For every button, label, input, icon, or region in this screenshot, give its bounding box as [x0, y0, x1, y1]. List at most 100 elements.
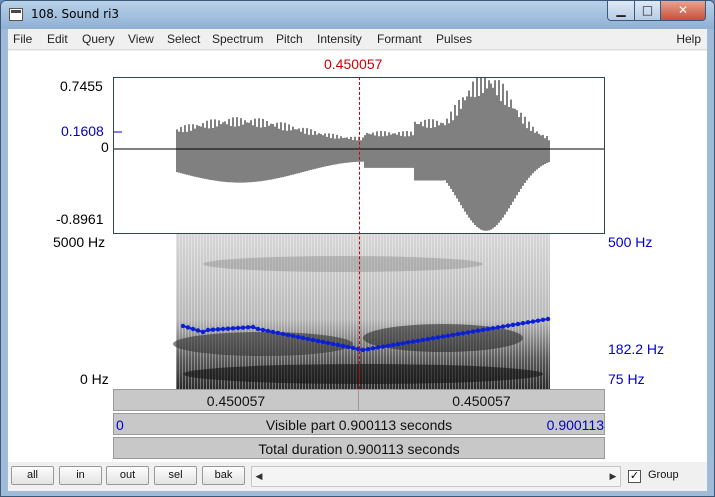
scroll-left-icon[interactable]: ◀ — [252, 467, 266, 486]
menu-query[interactable]: Query — [82, 32, 115, 46]
menu-file[interactable]: File — [13, 32, 32, 46]
pitch-point — [240, 325, 246, 330]
menu-formant[interactable]: Formant — [377, 32, 422, 46]
menu-pitch[interactable]: Pitch — [276, 32, 303, 46]
sound-editor-window: 108. Sound ri3 ▁ □ ✕ File Edit Query Vie… — [0, 0, 715, 497]
pitch-point — [350, 345, 356, 351]
visible-end: 0.900113 — [546, 417, 604, 433]
menu-intensity[interactable]: Intensity — [317, 32, 362, 46]
spec-top-freq: 5000 Hz — [53, 234, 106, 250]
pitch-point — [420, 337, 426, 343]
pitch-point — [440, 334, 446, 339]
pitch-point — [195, 328, 201, 333]
pitch-point — [515, 321, 521, 327]
editor-client-area: File Edit Query View Select Spectrum Pit… — [8, 29, 707, 491]
pitch-point — [380, 344, 386, 349]
pitch-point — [230, 326, 236, 331]
pitch-point — [530, 319, 536, 324]
out-button[interactable]: out — [106, 466, 149, 485]
horizontal-scrollbar[interactable]: ◀ ▶ — [251, 466, 621, 487]
pitch-point — [545, 316, 551, 322]
pitch-cursor-label: 182.2 Hz — [608, 341, 665, 357]
total-bar[interactable]: Total duration 0.900113 seconds — [113, 437, 605, 459]
close-button[interactable]: ✕ — [660, 1, 706, 21]
bak-button[interactable]: bak — [202, 466, 245, 485]
group-checkbox[interactable]: ✓ — [628, 470, 641, 483]
pitch-point — [470, 329, 476, 334]
pitch-point — [295, 334, 301, 340]
pitch-point — [430, 336, 436, 341]
all-button[interactable]: all — [11, 466, 54, 485]
wave-zero-label: 0 — [101, 139, 109, 155]
right-part-duration[interactable]: 0.450057 — [359, 390, 604, 410]
in-button[interactable]: in — [59, 466, 102, 485]
pitch-point — [540, 317, 546, 323]
scroll-right-icon[interactable]: ▶ — [606, 467, 620, 486]
pitch-point — [445, 333, 451, 338]
pitch-point — [215, 327, 221, 332]
pitch-point — [375, 345, 381, 350]
pitch-point — [410, 339, 416, 344]
group-label: Group — [648, 469, 679, 481]
pitch-point — [225, 326, 231, 331]
pitch-point — [480, 327, 486, 333]
pitch-point — [270, 329, 276, 335]
pitch-point — [245, 325, 251, 330]
pitch-point — [320, 339, 326, 345]
wave-min-label: -0.8961 — [56, 211, 104, 227]
pitch-point — [330, 341, 336, 347]
window-title: 108. Sound ri3 — [31, 7, 120, 21]
pitch-point — [220, 326, 226, 332]
pitch-point — [485, 326, 491, 332]
pitch-point — [260, 327, 266, 333]
pitch-point — [390, 342, 396, 348]
selection-bar[interactable]: 0.450057 0.450057 — [113, 389, 605, 411]
pitch-point — [495, 325, 501, 330]
title-bar[interactable]: 108. Sound ri3 ▁ □ ✕ — [1, 1, 714, 29]
pitch-point — [370, 346, 376, 351]
visible-part-label: Visible part 0.900113 seconds — [265, 417, 453, 433]
pitch-point — [435, 335, 441, 340]
sound-canvas[interactable]: 0.450057 0.7455 0.1608 0 -0.8961 5000 Hz… — [8, 51, 707, 462]
pitch-point — [185, 325, 191, 330]
pitch-point — [510, 322, 516, 328]
menu-help[interactable]: Help — [676, 32, 701, 46]
menu-select[interactable]: Select — [167, 32, 200, 46]
visible-start: 0 — [116, 417, 124, 433]
pitch-point — [310, 337, 316, 343]
left-part-duration[interactable]: 0.450057 — [114, 390, 359, 410]
pitch-point — [450, 332, 456, 338]
cursor-time-label: 0.450057 — [324, 56, 383, 72]
pitch-point — [520, 320, 526, 326]
pitch-point — [490, 326, 496, 331]
pitch-point — [275, 330, 281, 336]
pitch-point — [465, 330, 471, 335]
pitch-point — [455, 331, 461, 337]
sel-button[interactable]: sel — [154, 466, 197, 485]
total-duration-label: Total duration 0.900113 seconds — [258, 441, 460, 457]
maximize-button[interactable]: □ — [634, 1, 661, 21]
pitch-point — [460, 331, 466, 336]
wave-cursor-value: 0.1608 — [61, 123, 104, 139]
menu-view[interactable]: View — [128, 32, 154, 46]
menu-pulses[interactable]: Pulses — [436, 32, 472, 46]
pitch-point — [395, 341, 401, 347]
pitch-point — [315, 338, 321, 344]
minimize-button[interactable]: ▁ — [607, 1, 635, 21]
pitch-point — [345, 344, 351, 350]
pitch-point — [340, 343, 346, 349]
pitch-point — [525, 320, 531, 325]
pitch-top-label: 500 Hz — [608, 234, 653, 250]
pitch-point — [190, 326, 196, 332]
menu-bar: File Edit Query View Select Spectrum Pit… — [8, 29, 707, 50]
pitch-point — [235, 325, 241, 331]
pitch-point — [205, 327, 211, 333]
pitch-point — [500, 324, 506, 329]
menu-spectrum[interactable]: Spectrum — [212, 32, 263, 46]
menu-edit[interactable]: Edit — [47, 32, 68, 46]
visible-bar[interactable]: 0 Visible part 0.900113 seconds 0.900113 — [113, 413, 605, 435]
pitch-point — [180, 323, 186, 329]
pitch-point — [250, 324, 256, 330]
pitch-point — [535, 318, 541, 323]
pitch-point — [475, 328, 481, 333]
